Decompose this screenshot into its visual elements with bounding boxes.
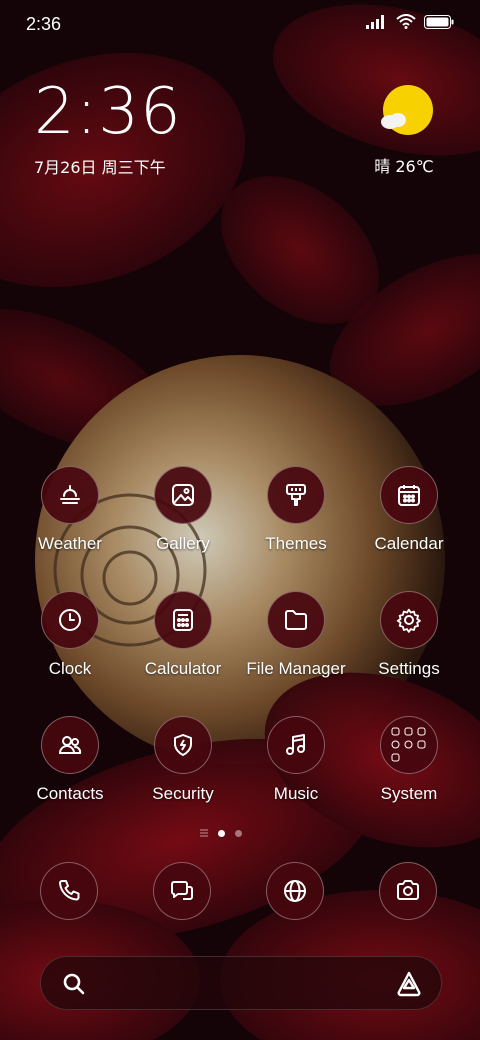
camera-icon — [379, 862, 437, 920]
clock-widget[interactable]: 2:36 7月26日 周三下午 — [34, 80, 182, 178]
app-file-manager[interactable]: File Manager — [240, 591, 352, 679]
app-label-clock: Clock — [48, 659, 92, 678]
app-label-weather: Weather — [38, 534, 102, 553]
app-settings[interactable]: Settings — [353, 591, 465, 679]
app-contacts[interactable]: Contacts — [14, 716, 126, 804]
app-weather[interactable]: Weather — [14, 466, 126, 554]
list-icon — [200, 829, 208, 837]
music-icon — [267, 716, 325, 774]
messages-icon — [153, 862, 211, 920]
app-music[interactable]: Music — [240, 716, 352, 804]
shield-icon — [154, 716, 212, 774]
app-security[interactable]: Security — [127, 716, 239, 804]
calendar-icon — [380, 466, 438, 524]
app-label-file-manager: File Manager — [246, 659, 346, 678]
themes-icon — [267, 466, 325, 524]
app-label-music: Music — [273, 784, 319, 803]
app-system-folder[interactable]: System — [353, 716, 465, 804]
status-icons — [366, 14, 454, 29]
gallery-icon — [154, 466, 212, 524]
sun-cloud-icon — [381, 85, 433, 135]
app-label-security: Security — [152, 784, 214, 803]
app-calculator[interactable]: Calculator — [127, 591, 239, 679]
status-time: 2:36 — [26, 14, 62, 34]
weather-temp: 晴 26℃ — [374, 157, 434, 176]
app-label-system: System — [380, 784, 438, 803]
dock-phone[interactable] — [40, 862, 98, 920]
page-indicator[interactable] — [200, 829, 242, 837]
search-icon — [63, 973, 85, 995]
app-gallery[interactable]: Gallery — [127, 466, 239, 554]
dock-camera[interactable] — [379, 862, 437, 920]
clock-date: 7月26日 周三下午 — [34, 158, 166, 177]
weather-app-icon — [41, 466, 99, 524]
dock-messages[interactable] — [153, 862, 211, 920]
app-themes[interactable]: Themes — [240, 466, 352, 554]
signal-icon — [366, 14, 384, 29]
gear-icon — [380, 591, 438, 649]
dock-browser[interactable] — [266, 862, 324, 920]
contacts-icon — [41, 716, 99, 774]
weather-widget[interactable]: 晴 26℃ — [364, 84, 444, 177]
clock-icon — [41, 591, 99, 649]
app-label-contacts: Contacts — [36, 784, 104, 803]
app-label-calendar: Calendar — [374, 534, 444, 553]
browser-icon — [266, 862, 324, 920]
assistant-icon[interactable] — [395, 970, 423, 998]
app-label-themes: Themes — [265, 534, 327, 553]
app-clock[interactable]: Clock — [14, 591, 126, 679]
app-label-calculator: Calculator — [144, 659, 222, 678]
app-label-settings: Settings — [378, 659, 440, 678]
wifi-icon — [396, 14, 416, 29]
calculator-icon — [154, 591, 212, 649]
clock-time: 2:36 — [34, 75, 182, 149]
page-dot-1 — [218, 829, 225, 837]
battery-icon — [424, 14, 454, 29]
app-calendar[interactable]: Calendar — [353, 466, 465, 554]
status-bar: 2:36 — [0, 0, 480, 50]
search-bar[interactable] — [40, 956, 442, 1010]
folder-grid-icon — [380, 716, 438, 774]
folder-icon — [267, 591, 325, 649]
phone-icon — [40, 862, 98, 920]
app-label-gallery: Gallery — [156, 534, 210, 553]
page-dot-2 — [235, 829, 242, 837]
